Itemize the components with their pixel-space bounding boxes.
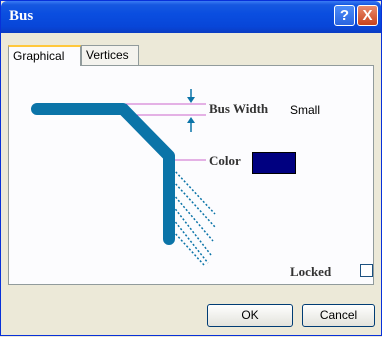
down-arrow-head-icon [187,97,195,103]
locked-checkbox[interactable] [360,264,373,277]
up-arrow-head-icon [187,117,195,123]
color-label: Color [209,153,241,168]
bus-wire [31,103,175,245]
cancel-button[interactable]: Cancel [302,304,375,327]
bus-entries [172,168,216,266]
ok-button[interactable]: OK [207,304,293,327]
bus-width-value[interactable]: Small [290,103,320,117]
bus-width-label: Bus Width [209,101,269,116]
color-swatch[interactable] [252,152,296,174]
tab-graphical[interactable]: Graphical [8,45,81,66]
locked-label: Locked [290,264,332,279]
bus-dialog: Bus ? X Graphical Vertices Bus Width Sma… [0,0,382,336]
